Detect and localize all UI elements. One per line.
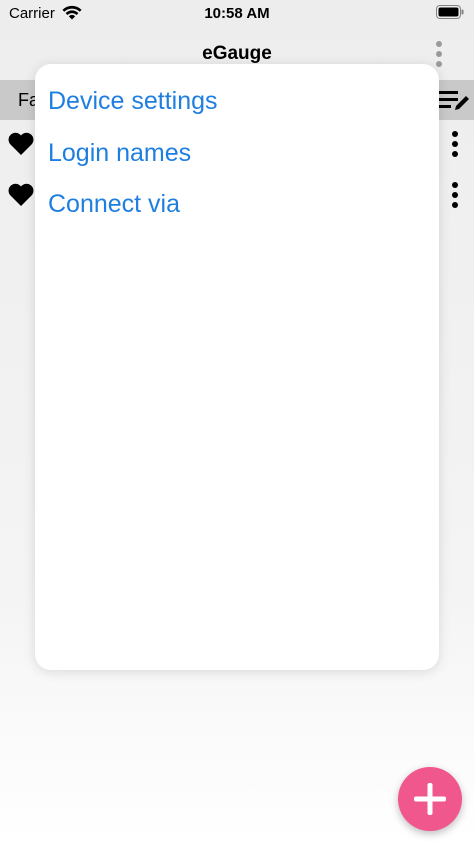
more-vertical-icon[interactable] [450,130,460,163]
more-vertical-icon[interactable] [450,181,460,214]
more-vertical-icon[interactable] [434,40,444,73]
plus-icon [414,783,446,815]
status-bar: Carrier 10:58 AM [0,0,474,28]
battery-icon [436,5,464,23]
edit-list-icon[interactable] [438,88,470,117]
menu-item-device-settings[interactable]: Device settings [48,87,218,116]
page-title: eGauge [202,43,272,64]
menu-item-login-names[interactable]: Login names [48,139,191,168]
popup-menu: Device settings Login names Connect via [35,64,439,670]
clock: 10:58 AM [204,5,270,22]
heart-icon[interactable] [7,181,35,212]
add-device-button[interactable] [398,767,462,831]
heart-icon[interactable] [7,130,35,161]
menu-item-connect-via[interactable]: Connect via [48,190,180,219]
